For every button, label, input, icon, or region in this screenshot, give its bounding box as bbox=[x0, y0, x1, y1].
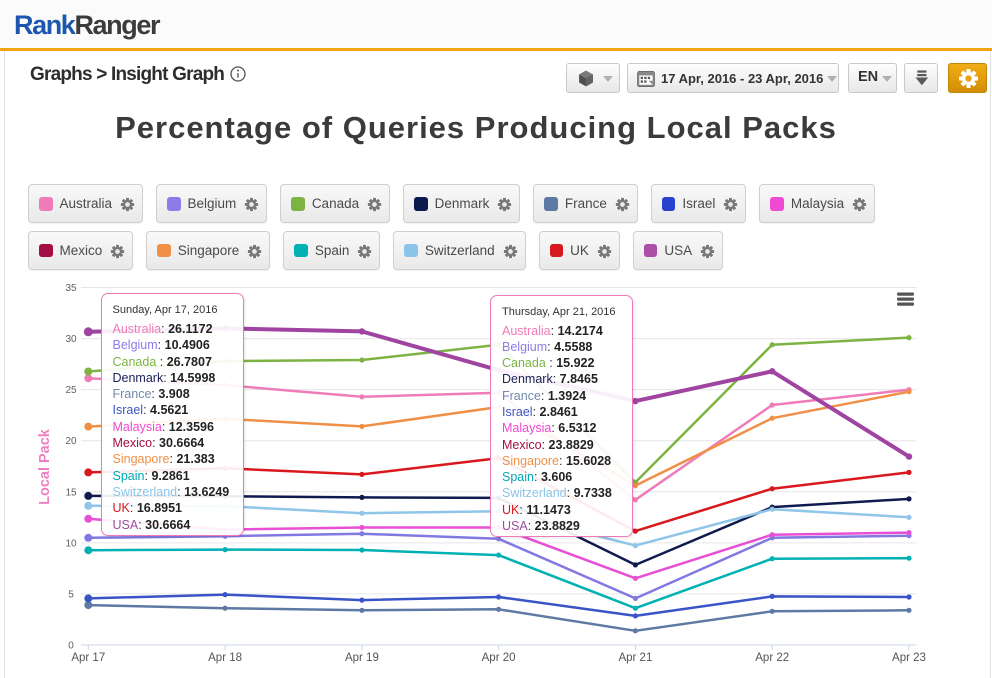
svg-text:20: 20 bbox=[65, 436, 77, 447]
svg-text:Apr 17: Apr 17 bbox=[71, 652, 105, 664]
svg-text:25: 25 bbox=[65, 385, 77, 396]
svg-text:10: 10 bbox=[65, 538, 77, 549]
svg-text:Apr 20: Apr 20 bbox=[482, 652, 516, 664]
svg-text:0: 0 bbox=[68, 641, 74, 652]
svg-text:5: 5 bbox=[68, 589, 74, 600]
svg-text:Local Pack: Local Pack bbox=[37, 428, 53, 505]
svg-text:Apr 21: Apr 21 bbox=[618, 652, 652, 664]
svg-text:Apr 19: Apr 19 bbox=[345, 652, 379, 664]
svg-text:35: 35 bbox=[65, 283, 77, 294]
svg-text:Apr 18: Apr 18 bbox=[208, 652, 242, 664]
svg-text:Apr 23: Apr 23 bbox=[892, 652, 926, 664]
svg-text:30: 30 bbox=[65, 334, 77, 345]
svg-text:15: 15 bbox=[65, 487, 77, 498]
svg-text:Apr 22: Apr 22 bbox=[755, 652, 789, 664]
